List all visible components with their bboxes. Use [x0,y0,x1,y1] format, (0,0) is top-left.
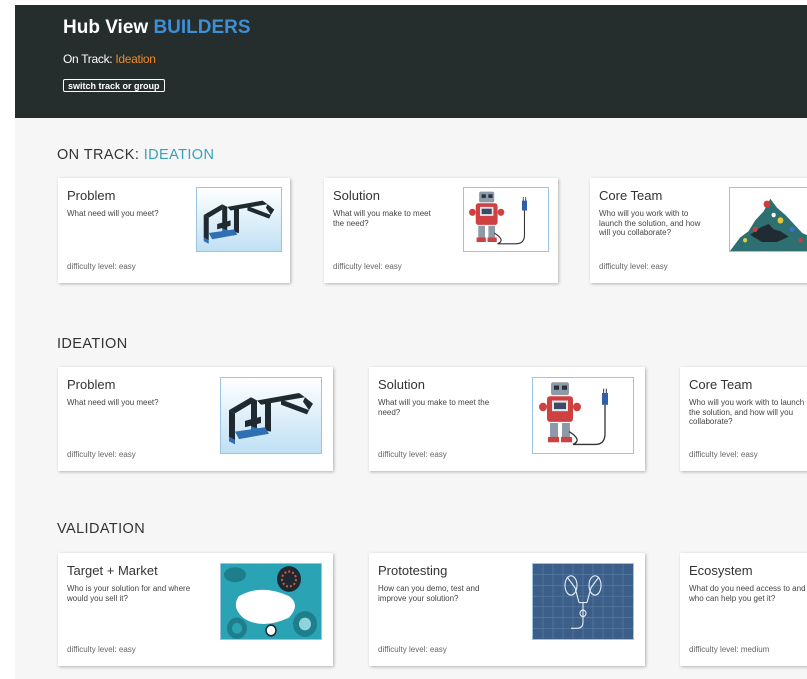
card-on-track-solution[interactable]: Solution What will you make to meet the … [324,178,558,283]
page-title: Hub View BUILDERS [63,17,251,39]
card-description: Who is your solution for and where would… [67,584,191,603]
toy-pile-image [729,187,807,252]
card-difficulty: difficulty level: easy [67,262,136,271]
card-title: Solution [333,188,380,203]
card-description: What need will you meet? [67,398,159,407]
section-title-on-track: ON TRACK: IDEATION [57,147,214,163]
robot-image [532,377,634,454]
card-difficulty: difficulty level: easy [599,262,668,271]
page-header: Hub View BUILDERS On Track: Ideation swi… [15,5,807,118]
card-title: Solution [378,377,425,392]
switch-track-button[interactable]: switch track or group [63,79,165,92]
card-title: Ecosystem [689,563,753,578]
card-title: Core Team [689,377,753,392]
hub-view-page: Hub View BUILDERS On Track: Ideation swi… [15,5,807,679]
card-difficulty: difficulty level: easy [378,645,447,654]
card-difficulty: difficulty level: easy [333,262,402,271]
frame-structure-image [196,187,282,252]
card-description: What will you make to meet the need? [378,398,490,417]
card-difficulty: difficulty level: easy [67,450,136,459]
card-description: Who will you work with to launch the sol… [689,398,805,426]
card-difficulty: difficulty level: easy [689,450,758,459]
track-value: Ideation [115,52,156,66]
card-description: What need will you meet? [67,209,159,218]
card-title: Target + Market [67,563,158,578]
card-on-track-problem[interactable]: Problem What need will you meet? difficu… [58,178,290,283]
card-description: Who will you work with to launch the sol… [599,209,701,237]
card-title: Problem [67,188,116,203]
section-title-ideation: IDEATION [57,336,128,352]
card-title: Core Team [599,188,663,203]
page-title-group: BUILDERS [153,17,251,38]
section-title-validation: VALIDATION [57,521,146,537]
section-title-highlight: IDEATION [143,147,215,163]
card-ideation-solution[interactable]: Solution What will you make to meet the … [369,367,645,471]
card-validation-ecosystem[interactable]: Ecosystem What do you need access to and… [680,553,807,666]
card-description: How can you demo, test and improve your … [378,584,480,603]
card-difficulty: difficulty level: easy [67,645,136,654]
card-validation-target-market[interactable]: Target + Market Who is your solution for… [58,553,333,666]
card-difficulty: difficulty level: medium [689,645,770,654]
current-track: On Track: Ideation [63,52,156,66]
card-validation-prototesting[interactable]: Prototesting How can you demo, test and … [369,553,645,666]
robot-image [463,187,549,252]
track-label: On Track: [63,52,113,66]
card-description: What do you need access to and who can h… [689,584,806,603]
market-collage-image [220,563,322,640]
card-title: Prototesting [378,563,448,578]
page-title-main: Hub View [63,17,149,38]
card-description: What will you make to meet the need? [333,209,431,228]
card-difficulty: difficulty level: easy [378,450,447,459]
section-title-prefix: ON TRACK: [57,147,140,163]
card-ideation-core-team[interactable]: Core Team Who will you work with to laun… [680,367,807,471]
blueprint-image [532,563,634,640]
card-on-track-core-team[interactable]: Core Team Who will you work with to laun… [590,178,807,283]
card-title: Problem [67,377,116,392]
card-ideation-problem[interactable]: Problem What need will you meet? difficu… [58,367,333,471]
frame-structure-image [220,377,322,454]
